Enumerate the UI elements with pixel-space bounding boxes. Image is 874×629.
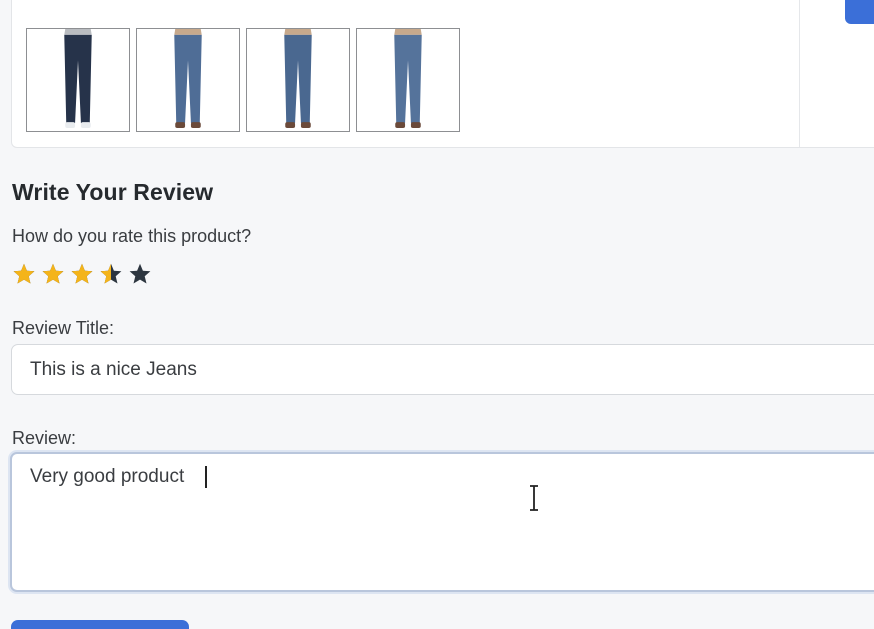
star-filled-icon[interactable] (41, 262, 65, 286)
text-cursor-icon (530, 485, 538, 511)
star-rating[interactable] (12, 262, 152, 286)
jeans-image (64, 29, 92, 129)
star-half-icon[interactable] (99, 262, 123, 286)
star-filled-icon[interactable] (12, 262, 36, 286)
review-title-label: Review Title: (12, 318, 115, 338)
product-thumbnail[interactable] (26, 28, 130, 132)
product-thumbnail[interactable] (246, 28, 350, 132)
jeans-image (284, 29, 312, 129)
product-thumbnails (26, 28, 460, 132)
jeans-image (394, 29, 422, 129)
product-thumbnail[interactable] (356, 28, 460, 132)
star-empty-icon[interactable] (128, 262, 152, 286)
rating-prompt: How do you rate this product? (12, 226, 252, 246)
review-body-label: Review: (12, 428, 77, 448)
product-thumbnail[interactable] (136, 28, 240, 132)
card-divider (799, 0, 800, 147)
action-button[interactable] (845, 0, 874, 24)
jeans-image (174, 29, 202, 129)
review-page: Write Your Review How do you rate this p… (0, 0, 874, 629)
review-heading: Write Your Review (12, 179, 214, 205)
review-title-input[interactable] (11, 344, 874, 395)
submit-review-button[interactable] (11, 620, 189, 629)
text-caret (205, 466, 207, 488)
star-filled-icon[interactable] (70, 262, 94, 286)
review-body-textarea[interactable]: Very good product (10, 452, 874, 592)
